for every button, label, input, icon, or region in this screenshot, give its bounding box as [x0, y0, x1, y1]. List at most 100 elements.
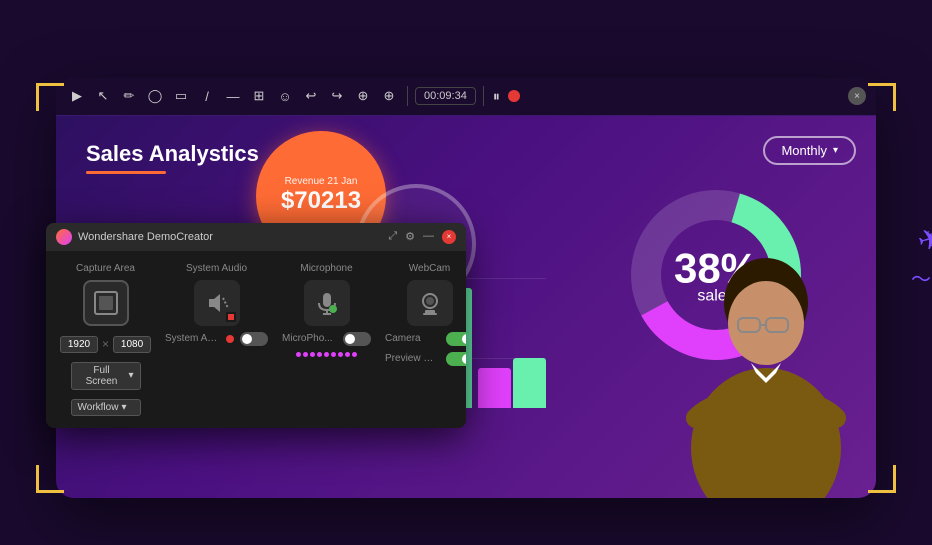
fullscreen-dropdown[interactable]: Full Screen ▾	[71, 362, 141, 390]
rec-indicator	[508, 90, 520, 102]
minimize-icon[interactable]: —	[423, 230, 434, 244]
bar-group-6	[478, 358, 546, 408]
undo-icon[interactable]: ↩	[300, 85, 322, 107]
audio-status-dot	[226, 335, 234, 343]
capture-label: Capture Area	[76, 263, 135, 274]
close-button[interactable]: ×	[848, 87, 866, 105]
dot-5	[324, 352, 329, 357]
bar-green-6	[513, 358, 546, 408]
emoji-icon[interactable]: ☺	[274, 85, 296, 107]
dot-7	[338, 352, 343, 357]
resolution-row: ×	[60, 336, 151, 353]
pause-button[interactable]: ⏸	[493, 88, 500, 105]
dot-8	[345, 352, 350, 357]
panel-close-button[interactable]: ×	[442, 230, 456, 244]
webcam-label: WebCam	[409, 263, 451, 274]
corner-bracket-br	[868, 465, 896, 493]
audio-level-indicator	[296, 352, 357, 357]
paper-plane-icon: ✈	[914, 220, 932, 258]
mic-control-row: MicroPho...	[282, 332, 371, 346]
webcam-icon	[417, 290, 443, 316]
dot-4	[317, 352, 322, 357]
copy-icon[interactable]: ⊕	[352, 85, 374, 107]
corner-bracket-tl	[36, 83, 64, 111]
audio-icon-box[interactable]	[194, 280, 240, 326]
capture-icon-box[interactable]	[83, 280, 129, 326]
mic-icon-box[interactable]	[304, 280, 350, 326]
res-separator: ×	[102, 337, 109, 351]
camera-toggle-knob	[462, 334, 466, 344]
cursor-icon[interactable]: ↖	[92, 85, 114, 107]
webcam-icon-box[interactable]	[407, 280, 453, 326]
corner-bracket-bl	[36, 465, 64, 493]
workflow-label: Workflow	[78, 402, 119, 413]
chart-underline	[86, 171, 166, 174]
timer-display: 00:09:34	[415, 87, 476, 105]
swirl-decoration: 〜	[911, 263, 931, 292]
corner-bracket-tr	[868, 83, 896, 111]
audio-section: System Audio System Au...	[165, 263, 268, 416]
chevron-down-icon: ▾	[833, 145, 838, 156]
camera-toggle[interactable]	[446, 332, 466, 346]
bar-pink-6	[478, 368, 511, 408]
audio-control-row: System Au...	[165, 332, 268, 346]
preview-toggle-knob	[462, 354, 466, 364]
fullscreen-chevron-icon: ▾	[128, 370, 133, 381]
person-svg	[666, 218, 866, 498]
panel-body: Capture Area × Full Screen ▾	[46, 251, 466, 428]
mic-section: Microphone MicroPho...	[282, 263, 371, 416]
line-icon[interactable]: /	[196, 85, 218, 107]
toolbar-sep-2	[483, 86, 484, 106]
mic-toggle-knob	[345, 334, 355, 344]
audio-mute-indicator	[226, 312, 236, 322]
circle-icon[interactable]: ◯	[144, 85, 166, 107]
dash-icon[interactable]: —	[222, 85, 244, 107]
height-input[interactable]	[113, 336, 151, 353]
workflow-dropdown[interactable]: Workflow ▾	[71, 399, 141, 416]
mic-icon	[314, 290, 340, 316]
panel-header-controls: ⤢ ⚙ — ×	[388, 230, 456, 244]
revenue-amount: $70213	[281, 187, 361, 215]
rect-icon[interactable]: ▭	[170, 85, 192, 107]
panel-header: Wondershare DemoCreator ⤢ ⚙ — ×	[46, 223, 466, 251]
main-container: ✈ 〜 ▶ ↖ ✏ ◯ ▭ / — ⊞ ☺ ↩ ↪ ⊕ ⊕ 00:09:34 ⏸…	[36, 23, 896, 523]
preview-toggle[interactable]	[446, 352, 466, 366]
donut-area: Monthly ▾ 38% sales	[556, 116, 876, 498]
width-input[interactable]	[60, 336, 98, 353]
dot-3	[310, 352, 315, 357]
audio-control-label: System Au...	[165, 333, 220, 344]
dot-9	[352, 352, 357, 357]
camera-control-label: Camera	[385, 333, 440, 344]
person-image	[666, 218, 866, 498]
panel-logo-icon	[56, 229, 72, 245]
dot-6	[331, 352, 336, 357]
toolbar-sep-1	[407, 86, 408, 106]
expand-icon[interactable]: ⤢	[388, 230, 397, 244]
audio-toggle-knob	[242, 334, 252, 344]
mic-section-label: Microphone	[300, 263, 352, 274]
preview-control-label: Preview Camera	[385, 353, 440, 364]
mic-toggle[interactable]	[343, 332, 371, 346]
audio-label: System Audio	[186, 263, 247, 274]
grid-icon[interactable]: ⊞	[248, 85, 270, 107]
dot-1	[296, 352, 301, 357]
revenue-label: Revenue 21 Jan	[285, 176, 358, 187]
monthly-label: Monthly	[781, 143, 827, 158]
redo-icon[interactable]: ↪	[326, 85, 348, 107]
audio-toggle[interactable]	[240, 332, 268, 346]
magnify-icon[interactable]: ⊕	[378, 85, 400, 107]
preview-control-row: Preview Camera	[385, 352, 466, 366]
x-label-6	[478, 420, 546, 430]
capture-section: Capture Area × Full Screen ▾	[60, 263, 151, 416]
mic-control-label: MicroPho...	[282, 333, 337, 344]
capture-icon	[92, 289, 120, 317]
workflow-chevron-icon: ▾	[121, 402, 126, 413]
settings-icon[interactable]: ⚙	[405, 230, 415, 244]
pen-icon[interactable]: ✏	[118, 85, 140, 107]
camera-control-row: Camera	[385, 332, 466, 346]
play-icon[interactable]: ▶	[66, 85, 88, 107]
monthly-dropdown[interactable]: Monthly ▾	[763, 136, 856, 165]
dot-2	[303, 352, 308, 357]
webcam-section: WebCam Camera Preview Came	[385, 263, 466, 416]
fullscreen-label: Full Screen	[78, 365, 126, 387]
